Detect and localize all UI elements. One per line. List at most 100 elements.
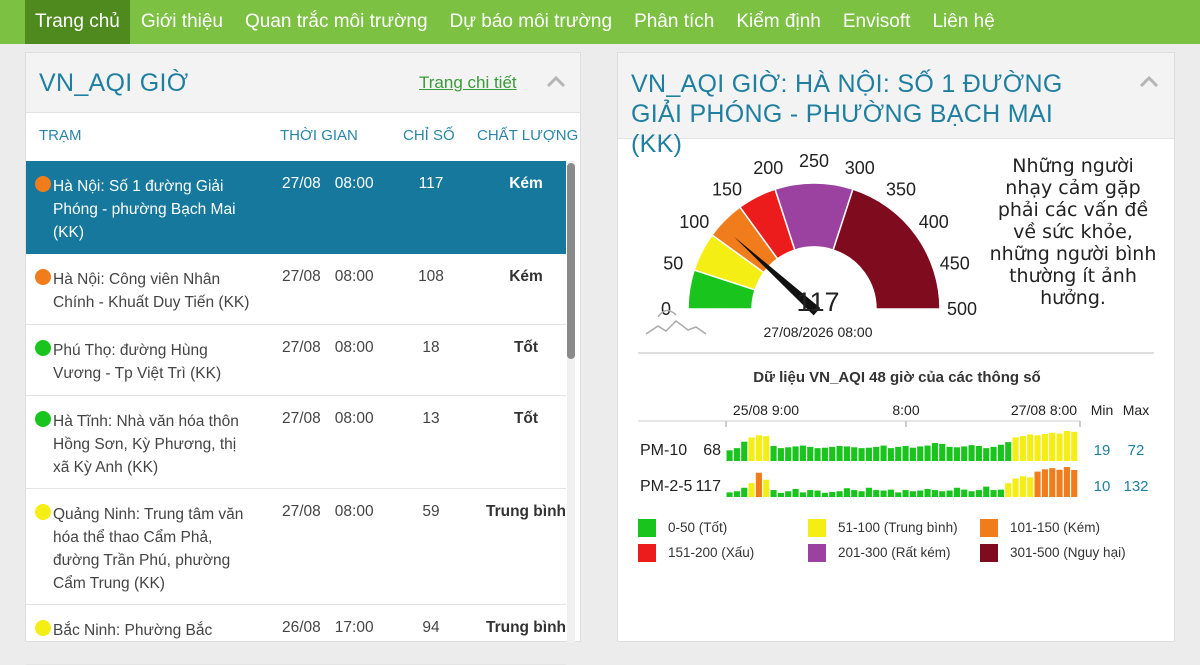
series-bar: [931, 490, 938, 497]
series-bar: [1063, 431, 1070, 461]
gauge-tick-label: 0: [661, 299, 671, 319]
station-time: 27/08 08:00: [282, 503, 374, 521]
gauge-tick-label: 100: [679, 212, 709, 232]
station-row[interactable]: Hà Nội: Số 1 đường Giải Phóng - phường B…: [26, 161, 566, 254]
series-bar: [1005, 483, 1012, 497]
station-date: 26/08: [282, 619, 321, 636]
gauge-tick-label: 250: [799, 151, 829, 171]
nav-analysis[interactable]: Phân tích: [623, 0, 725, 44]
series-bar: [1005, 442, 1012, 461]
station-table: Hà Nội: Số 1 đường Giải Phóng - phường B…: [26, 161, 566, 665]
series-bar: [829, 446, 836, 461]
station-name: Hà Nội: Số 1 đường Giải Phóng - phường B…: [53, 178, 236, 241]
gauge-tick-label: 400: [919, 212, 949, 232]
legend-label: 0-50 (Tốt): [668, 520, 728, 535]
station-name: Bắc Ninh: Phường Bắc: [53, 622, 213, 639]
series-bar: [975, 490, 982, 497]
chevron-up-icon[interactable]: [1138, 71, 1160, 93]
series-bar: [931, 443, 938, 461]
series-name: PM-10: [640, 442, 687, 459]
station-hour: 08:00: [334, 339, 374, 356]
series-bar: [924, 488, 931, 497]
series-bar: [865, 447, 872, 461]
station-hour: 17:00: [334, 619, 374, 636]
station-row[interactable]: Bắc Ninh: Phường Bắc 26/08 17:00 94 Trung bì…: [26, 605, 566, 665]
series-bar: [968, 445, 975, 461]
series-bar: [777, 448, 784, 461]
station-list-panel: VN_AQI GIỜ Trang chi tiết TRẠM THỜI GIAN…: [25, 52, 582, 665]
series-bar: [799, 492, 806, 497]
series-bar: [858, 448, 865, 461]
series-bar: [1034, 435, 1041, 461]
divider: [638, 352, 1154, 354]
series-bar: [807, 490, 814, 497]
station-hour: 08:00: [334, 268, 374, 285]
station-quality: Tốt: [513, 339, 539, 356]
series-bar: [1049, 468, 1056, 497]
column-header-station: TRẠM: [39, 127, 82, 144]
gauge-value: 117: [796, 287, 839, 317]
gauge-tick-label: 500: [947, 299, 977, 319]
legend-swatch: [980, 544, 998, 562]
station-time: 27/08 08:00: [282, 268, 374, 286]
series-bar: [953, 487, 960, 497]
series-bar: [733, 491, 740, 497]
legend-swatch: [980, 519, 998, 537]
station-row[interactable]: Hà Tĩnh: Nhà văn hóa thôn Hồng Sơn, Kỳ P…: [26, 396, 566, 489]
series-bar: [1063, 467, 1070, 497]
series-bar: [961, 489, 968, 497]
nav-envisoft[interactable]: Envisoft: [832, 0, 922, 44]
series-bar: [880, 445, 887, 461]
column-header-time: THỜI GIAN: [280, 127, 358, 144]
series-bar: [909, 491, 916, 497]
legend-swatch: [638, 544, 656, 562]
legend-label: 151-200 (Xấu): [668, 545, 755, 560]
series-bar: [763, 436, 770, 461]
station-row[interactable]: Phú Thọ: đường Hùng Vương - Tp Việt Trì …: [26, 325, 566, 396]
gauge-timestamp: 27/08/2026 08:00: [764, 324, 873, 340]
series-bar: [785, 491, 792, 497]
table-header: TRẠM THỜI GIAN CHỈ SỐ CHẤT LƯỢNG: [26, 127, 582, 151]
series-bar: [741, 441, 748, 461]
panel-title: VN_AQI GIỜ: [39, 69, 189, 97]
nav-monitoring[interactable]: Quan trắc môi trường: [234, 0, 439, 44]
series-bar: [887, 448, 894, 461]
series-min: 10: [1094, 478, 1111, 495]
series-bar: [1041, 434, 1048, 461]
nav-inspection[interactable]: Kiểm định: [725, 0, 832, 44]
series-bar: [814, 448, 821, 461]
series-bar: [997, 489, 1004, 497]
series-bar: [909, 447, 916, 461]
nav-about[interactable]: Giới thiệu: [130, 0, 234, 44]
scrollbar[interactable]: [567, 161, 575, 643]
series-bar: [880, 490, 887, 497]
station-row[interactable]: Quảng Ninh: Trung tâm văn hóa thể thao C…: [26, 489, 566, 605]
aqi-status-dot: [35, 620, 51, 636]
top-navigation: Trang chủ Giới thiệu Quan trắc môi trườn…: [0, 0, 1200, 44]
nav-forecast[interactable]: Dự báo môi trường: [439, 0, 624, 44]
series-bar: [821, 492, 828, 497]
series-bar: [748, 437, 755, 461]
health-advice: Những người nhạy cảm gặp phải các vấn đề…: [989, 155, 1157, 309]
series-bar: [990, 490, 997, 497]
series-bar: [726, 450, 733, 461]
gauge-tick-label: 350: [886, 179, 916, 199]
series-bar: [895, 446, 902, 461]
series-bar: [983, 448, 990, 461]
aqi-status-dot: [35, 340, 51, 356]
station-row[interactable]: Hà Nội: Công viên Nhân Chính - Khuất Duy…: [26, 254, 566, 325]
station-aqi-index: 94: [422, 619, 440, 636]
scrollbar-thumb[interactable]: [567, 163, 575, 359]
station-name: Phú Thọ: đường Hùng Vương - Tp Việt Trì …: [53, 342, 222, 382]
detail-page-link[interactable]: Trang chi tiết: [419, 73, 517, 93]
series-bar: [755, 472, 762, 497]
series-bar: [748, 483, 755, 497]
series-bar: [939, 443, 946, 461]
series-bar: [1019, 476, 1026, 497]
nav-contact[interactable]: Liên hệ: [921, 0, 1005, 44]
station-quality: Trung bình: [485, 503, 567, 520]
chevron-up-icon[interactable]: [545, 71, 567, 93]
legend-label: 301-500 (Nguy hại): [1010, 545, 1126, 560]
series-bar: [1027, 477, 1034, 497]
nav-home[interactable]: Trang chủ: [25, 0, 130, 44]
